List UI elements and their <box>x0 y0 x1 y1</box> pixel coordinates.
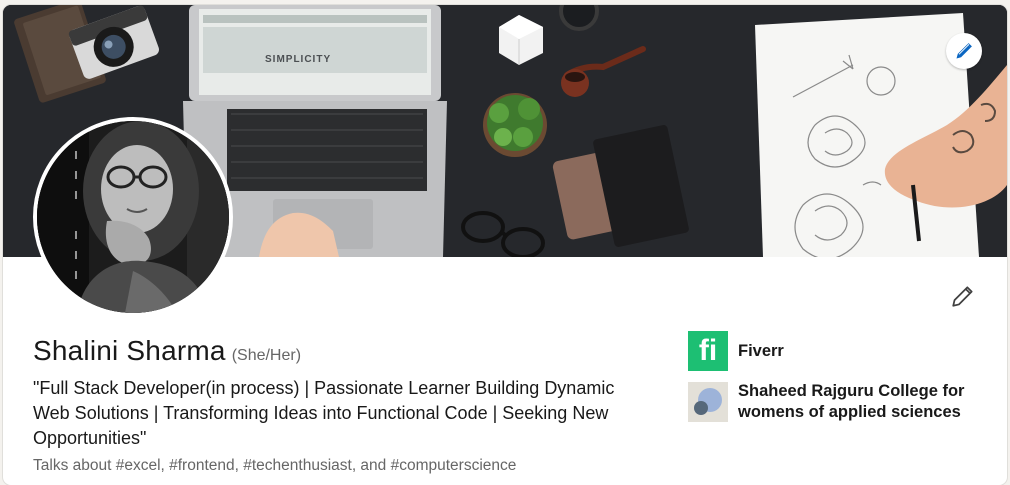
talks-about: Talks about #excel, #frontend, #techenth… <box>33 457 517 474</box>
education-college[interactable]: Shaheed Rajguru College for womens of ap… <box>688 381 988 423</box>
company-name: Fiverr <box>738 341 784 360</box>
name-row: Shalini Sharma (She/Her) <box>33 335 301 367</box>
pencil-icon <box>952 286 973 307</box>
school-placeholder-icon <box>688 382 728 422</box>
current-company-fiverr[interactable]: fi Fiverr <box>688 331 988 371</box>
avatar-image <box>37 121 229 313</box>
plant <box>483 93 547 157</box>
svg-text:SIMPLICITY: SIMPLICITY <box>265 54 331 65</box>
pencil-icon <box>956 43 972 59</box>
fiverr-logo: fi <box>688 331 728 371</box>
profile-headline: "Full Stack Developer(in process) | Pass… <box>33 378 615 448</box>
fiverr-logo-mark: fi <box>698 334 718 367</box>
edit-banner-button[interactable] <box>946 33 982 69</box>
profile-name: Shalini Sharma <box>33 335 226 366</box>
school-name: Shaheed Rajguru College for womens of ap… <box>738 382 965 421</box>
pronouns: (She/Her) <box>231 347 302 364</box>
profile-card: SIMPLICITY Shalini Sharma (She/Her) "Ful… <box>3 5 1007 485</box>
profile-photo[interactable] <box>33 117 233 317</box>
college-logo <box>688 382 728 422</box>
edit-intro-button[interactable] <box>945 278 981 314</box>
